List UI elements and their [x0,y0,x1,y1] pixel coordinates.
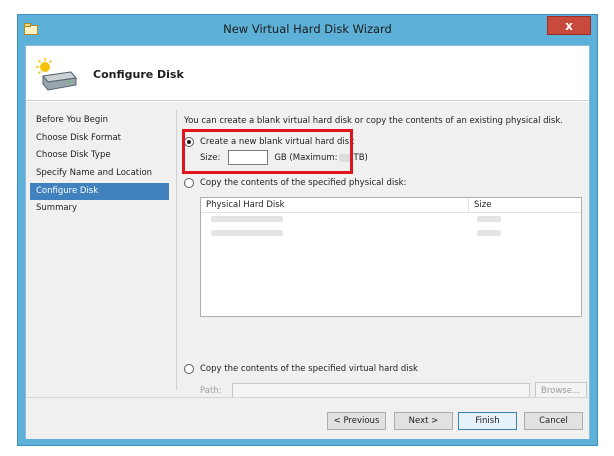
disk-icon [36,58,77,91]
physical-disk-table[interactable]: Physical Hard Disk Size [200,197,582,317]
virtual-disk-radio[interactable] [184,364,194,374]
disk-size-redacted [477,216,501,222]
column-header-size[interactable]: Size [469,198,491,212]
disk-size-redacted [477,230,501,236]
sun-icon [36,58,53,75]
wizard-nav: Before You Begin Choose Disk Format Choo… [30,112,169,218]
physical-disk-radio[interactable] [184,178,194,188]
close-button[interactable]: x [547,16,591,35]
wizard-header: Configure Disk [26,46,589,101]
physical-disk-label: Copy the contents of the specified physi… [200,178,407,188]
wizard-footer: < Previous Next > Finish Cancel [26,397,589,439]
window-title: New Virtual Hard Disk Wizard [223,22,392,36]
option-copy-physical-disk[interactable]: Copy the contents of the specified physi… [184,178,406,188]
nav-item-choose-disk-format[interactable]: Choose Disk Format [30,130,169,148]
wizard-window: New Virtual Hard Disk Wizard x Configure… [17,14,598,446]
highlight-box [182,129,353,174]
cancel-button[interactable]: Cancel [524,412,583,430]
page-description: You can create a blank virtual hard disk… [184,116,563,126]
nav-item-configure-disk[interactable]: Configure Disk [30,182,169,201]
nav-item-specify-name-location[interactable]: Specify Name and Location [30,165,169,183]
path-label: Path: [200,386,222,396]
nav-item-choose-disk-type[interactable]: Choose Disk Type [30,147,169,165]
size-unit-suffix: TB) [353,152,368,163]
disk-name-redacted [211,216,283,222]
title-bar[interactable]: New Virtual Hard Disk Wizard x [18,15,597,45]
next-button[interactable]: Next > [394,412,453,430]
table-row[interactable] [201,213,581,227]
wizard-client: Configure Disk Before You Begin Choose D… [25,45,590,439]
table-row[interactable] [201,227,581,241]
nav-item-before-you-begin[interactable]: Before You Begin [30,112,169,130]
option-copy-virtual-disk[interactable]: Copy the contents of the specified virtu… [184,364,418,374]
column-header-physical-hard-disk[interactable]: Physical Hard Disk [201,198,469,212]
virtual-disk-label: Copy the contents of the specified virtu… [200,364,418,374]
finish-button[interactable]: Finish [458,412,517,430]
nav-item-summary[interactable]: Summary [30,200,169,218]
page-title: Configure Disk [93,68,184,81]
previous-button[interactable]: < Previous [327,412,386,430]
configure-disk-panel: You can create a blank virtual hard disk… [177,102,589,400]
disk-name-redacted [211,230,283,236]
table-header: Physical Hard Disk Size [201,198,581,213]
wizard-body: Before You Begin Choose Disk Format Choo… [26,102,589,400]
